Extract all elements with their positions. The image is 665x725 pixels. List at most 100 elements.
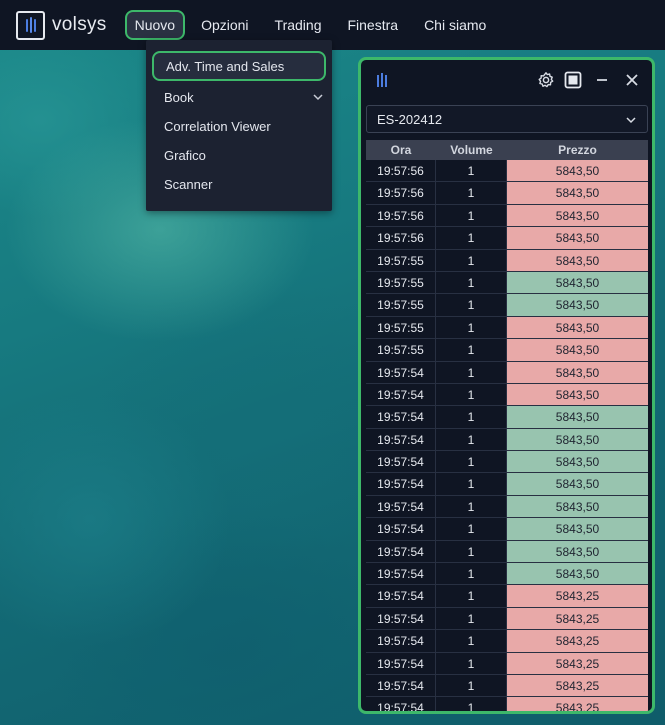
cell-time: 19:57:54 — [366, 518, 436, 540]
cell-time: 19:57:56 — [366, 204, 436, 227]
table-row[interactable]: 19:57:56 1 5843,50 — [366, 182, 648, 205]
cell-price: 5843,50 — [507, 518, 648, 540]
menu-chi-siamo[interactable]: Chi siamo — [414, 10, 496, 40]
table-row[interactable]: 19:57:54 1 5843,50 — [366, 540, 648, 564]
panel-logo-icon — [377, 73, 387, 87]
table-row[interactable]: 19:57:54 1 5843,50 — [366, 406, 648, 429]
table-row[interactable]: 19:57:54 1 5843,50 — [366, 361, 648, 384]
cell-volume: 1 — [436, 428, 507, 451]
menu-nuovo[interactable]: Nuovo — [124, 10, 186, 40]
table-row[interactable]: 19:57:54 1 5843,25 — [366, 674, 648, 698]
cell-volume: 1 — [436, 182, 507, 204]
trades-table: Ora Volume Prezzo 19:57:56 1 5843,50 19:57:… — [366, 140, 648, 711]
table-row[interactable]: 19:57:55 1 5843,50 — [366, 316, 648, 340]
column-header-price[interactable]: Prezzo — [507, 140, 648, 160]
cell-price: 5843,50 — [507, 540, 648, 563]
cell-price: 5843,25 — [507, 630, 648, 652]
cell-price: 5843,50 — [507, 428, 648, 451]
cell-price: 5843,25 — [507, 652, 648, 674]
table-row[interactable]: 19:57:55 1 5843,50 — [366, 249, 648, 272]
menu-item-adv-time-and-sales[interactable]: Adv. Time and Sales — [152, 51, 326, 81]
cell-price: 5843,25 — [507, 585, 648, 607]
gear-icon[interactable] — [537, 71, 555, 89]
menu-item-grafico[interactable]: Grafico — [146, 141, 332, 170]
cell-time: 19:57:55 — [366, 271, 436, 294]
table-row[interactable]: 19:57:54 1 5843,50 — [366, 495, 648, 519]
cell-volume: 1 — [436, 271, 507, 294]
menu-item-scanner[interactable]: Scanner — [146, 170, 332, 199]
cell-price: 5843,50 — [507, 563, 648, 585]
menu-item-label: Book — [164, 90, 194, 105]
table-row[interactable]: 19:57:54 1 5843,50 — [366, 473, 648, 496]
menu-item-book[interactable]: Book — [146, 83, 332, 112]
cell-time: 19:57:54 — [366, 383, 436, 406]
cell-volume: 1 — [436, 697, 507, 711]
app-logo[interactable]: volsys — [16, 10, 107, 40]
cell-price: 5843,50 — [507, 361, 648, 383]
cell-price: 5843,50 — [507, 227, 648, 249]
table-row[interactable]: 19:57:55 1 5843,50 — [366, 339, 648, 362]
table-row[interactable]: 19:57:54 1 5843,50 — [366, 563, 648, 586]
table-row[interactable]: 19:57:54 1 5843,50 — [366, 383, 648, 407]
cell-volume: 1 — [436, 495, 507, 518]
symbol-select[interactable]: ES-202412 — [366, 105, 648, 133]
table-row[interactable]: 19:57:54 1 5843,25 — [366, 585, 648, 608]
menu-item-correlation-viewer[interactable]: Correlation Viewer — [146, 112, 332, 141]
cell-time: 19:57:54 — [366, 495, 436, 518]
nuovo-dropdown-menu: Adv. Time and Sales Book Correlation Vie… — [146, 40, 332, 211]
cell-volume: 1 — [436, 294, 507, 316]
cell-time: 19:57:54 — [366, 540, 436, 563]
column-header-volume[interactable]: Volume — [436, 140, 507, 160]
cell-volume: 1 — [436, 652, 507, 674]
cell-volume: 1 — [436, 563, 507, 585]
menu-finestra[interactable]: Finestra — [337, 10, 408, 40]
cell-volume: 1 — [436, 160, 507, 182]
cell-price: 5843,50 — [507, 182, 648, 204]
close-icon[interactable] — [623, 71, 641, 89]
table-row[interactable]: 19:57:55 1 5843,50 — [366, 271, 648, 295]
column-header-time[interactable]: Ora — [366, 140, 436, 160]
table-row[interactable]: 19:57:56 1 5843,50 — [366, 204, 648, 228]
table-row[interactable]: 19:57:56 1 5843,50 — [366, 227, 648, 250]
cell-price: 5843,25 — [507, 607, 648, 630]
cell-time: 19:57:55 — [366, 316, 436, 339]
minimize-icon[interactable] — [593, 71, 611, 89]
cell-time: 19:57:54 — [366, 585, 436, 607]
cell-price: 5843,50 — [507, 451, 648, 473]
cell-volume: 1 — [436, 361, 507, 383]
table-row[interactable]: 19:57:54 1 5843,50 — [366, 518, 648, 541]
cell-time: 19:57:56 — [366, 160, 436, 182]
table-row[interactable]: 19:57:54 1 5843,50 — [366, 428, 648, 452]
cell-volume: 1 — [436, 204, 507, 227]
cell-volume: 1 — [436, 473, 507, 495]
cell-time: 19:57:54 — [366, 428, 436, 451]
cell-price: 5843,50 — [507, 249, 648, 271]
cell-price: 5843,50 — [507, 383, 648, 406]
menu-trading[interactable]: Trading — [265, 10, 332, 40]
cell-time: 19:57:54 — [366, 451, 436, 473]
cell-volume: 1 — [436, 339, 507, 361]
cell-time: 19:57:54 — [366, 406, 436, 428]
cell-volume: 1 — [436, 607, 507, 630]
cell-price: 5843,25 — [507, 697, 648, 711]
table-row[interactable]: 19:57:54 1 5843,25 — [366, 630, 648, 653]
table-row[interactable]: 19:57:55 1 5843,50 — [366, 294, 648, 317]
menu-opzioni[interactable]: Opzioni — [191, 10, 258, 40]
cell-price: 5843,50 — [507, 294, 648, 316]
panel-header[interactable] — [361, 60, 652, 100]
cell-price: 5843,50 — [507, 473, 648, 495]
cell-volume: 1 — [436, 406, 507, 428]
time-and-sales-panel: ES-202412 Ora Volume Prezzo 19:57:56 1 584… — [358, 57, 655, 714]
table-row[interactable]: 19:57:54 1 5843,25 — [366, 697, 648, 711]
cell-price: 5843,50 — [507, 271, 648, 294]
table-row[interactable]: 19:57:56 1 5843,50 — [366, 160, 648, 183]
table-row[interactable]: 19:57:54 1 5843,25 — [366, 652, 648, 675]
brand-name: volsys — [52, 14, 107, 35]
table-row[interactable]: 19:57:54 1 5843,25 — [366, 607, 648, 631]
maximize-icon[interactable] — [564, 71, 582, 89]
cell-price: 5843,50 — [507, 316, 648, 339]
table-body: 19:57:56 1 5843,50 19:57:56 1 5843,50 19:57:56… — [366, 160, 648, 711]
table-row[interactable]: 19:57:54 1 5843,50 — [366, 451, 648, 474]
cell-volume: 1 — [436, 518, 507, 540]
table-header: Ora Volume Prezzo — [366, 140, 648, 160]
